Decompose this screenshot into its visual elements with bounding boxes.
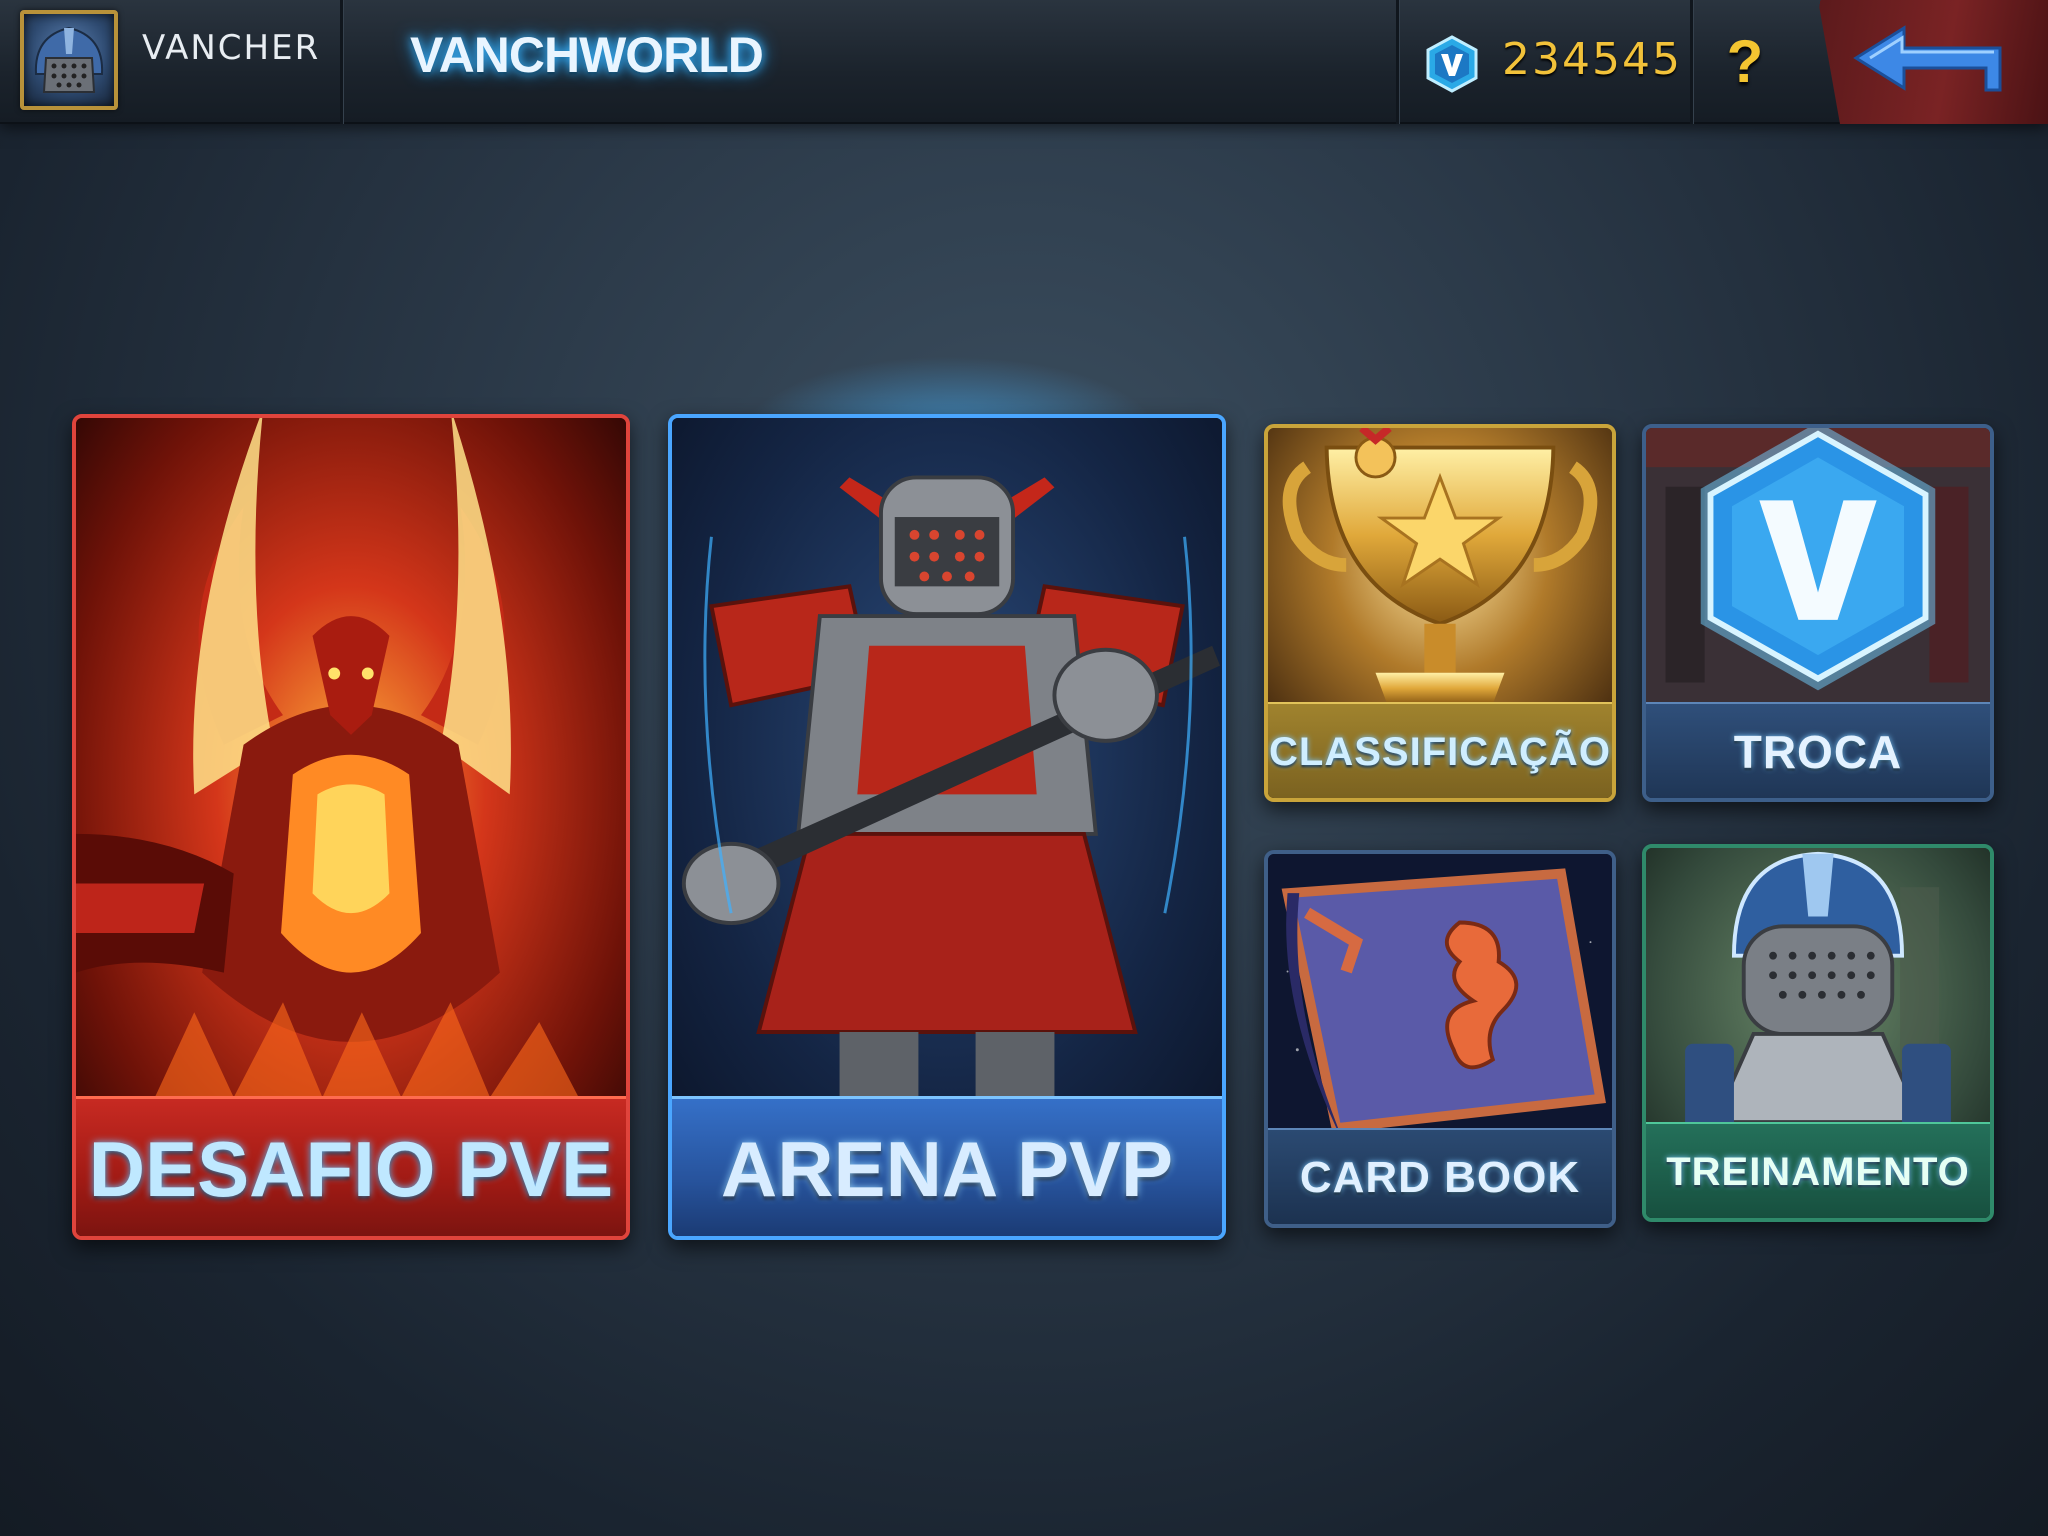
ranking-card[interactable]: CLASSIFICAÇÃO [1264,424,1616,802]
pvp-arena-card[interactable]: ARENA PVP [668,414,1226,1240]
ranking-label: CLASSIFICAÇÃO [1268,702,1612,798]
card-book-card[interactable]: CARD BOOK [1264,850,1616,1228]
pve-challenge-card[interactable]: DESAFIO PVE [72,414,630,1240]
back-arrow-icon[interactable] [1850,22,2030,102]
top-bar: VANCHER VANCHWORLD 234545 ? [0,0,2048,124]
currency-amount: 234545 [1502,34,1682,85]
divider [1396,0,1399,124]
player-name: VANCHER [142,28,321,68]
player-avatar[interactable] [20,10,118,110]
training-card[interactable]: TREINAMENTO [1642,844,1994,1222]
game-title: VANCHWORLD [410,27,764,83]
v-gem-icon [1426,35,1478,93]
card-book-label: CARD BOOK [1268,1128,1612,1224]
knight-helmet-icon [34,26,104,93]
divider [340,0,343,124]
exchange-label: TROCA [1646,702,1990,798]
divider [1690,0,1693,124]
pve-label: DESAFIO PVE [76,1096,626,1236]
exchange-card[interactable]: TROCA [1642,424,1994,802]
training-label: TREINAMENTO [1646,1122,1990,1218]
pvp-label: ARENA PVP [672,1096,1222,1236]
help-button[interactable]: ? [1700,20,1790,104]
